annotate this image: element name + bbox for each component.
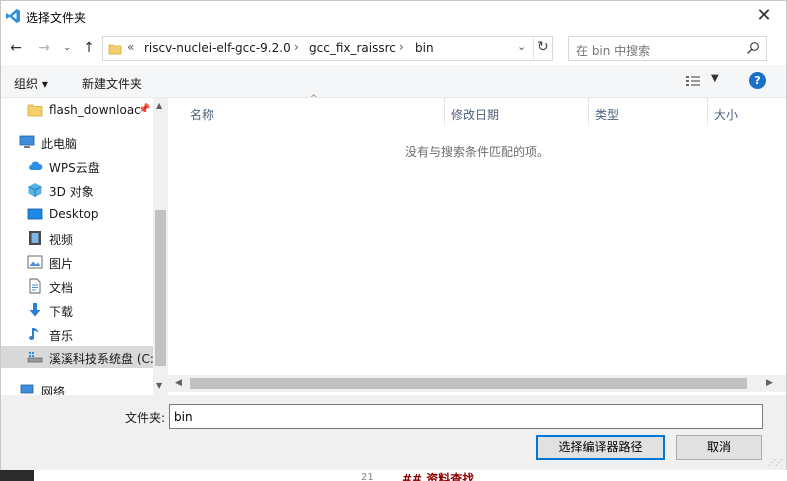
address-bar[interactable]: « riscv-nuclei-elf-gcc-9.2.0 › gcc_fix_r… xyxy=(102,36,553,61)
breadcrumb-item[interactable]: bin xyxy=(415,41,434,55)
tree-item-label: Desktop xyxy=(49,207,99,221)
video-icon xyxy=(29,231,41,245)
markdown-heading: ## 资料查找 xyxy=(402,472,475,481)
computer-icon xyxy=(19,135,35,148)
up-arrow-icon[interactable]: ↑ xyxy=(81,39,97,57)
column-header-size[interactable]: 大小 xyxy=(714,106,738,123)
vscode-icon xyxy=(6,9,20,23)
organize-menu[interactable]: 组织 ▾ xyxy=(14,75,48,92)
tree-item-desktop[interactable]: Desktop xyxy=(1,203,153,225)
scroll-left-arrow-icon[interactable]: ◀ xyxy=(175,378,182,388)
sort-ascending-icon: ^ xyxy=(310,94,318,104)
picture-icon xyxy=(27,255,43,269)
view-options-icon[interactable] xyxy=(685,74,701,88)
folder-icon xyxy=(108,44,122,55)
tree-item-label: 网络 xyxy=(41,385,66,395)
tree-item-wps-cloud[interactable]: WPS云盘 xyxy=(1,155,153,177)
empty-folder-message: 没有与搜索条件匹配的项。 xyxy=(404,145,549,159)
download-icon xyxy=(29,303,41,317)
tree-item-label: 此电脑 xyxy=(41,137,78,151)
document-icon xyxy=(29,278,41,294)
tree-item-videos[interactable]: 视频 xyxy=(1,227,153,249)
tree-item-label: 视频 xyxy=(49,233,74,247)
column-divider[interactable] xyxy=(707,98,708,125)
address-dropdown-icon[interactable]: ⌄ xyxy=(517,40,526,53)
tree-item-label: WPS云盘 xyxy=(49,161,100,175)
navigation-pane-scrollbar[interactable]: ▲ ▼ xyxy=(153,98,168,395)
refresh-icon[interactable]: ↻ xyxy=(537,39,549,55)
scrollbar-thumb[interactable] xyxy=(190,378,747,389)
tree-item-documents[interactable]: 文档 xyxy=(1,275,153,297)
breadcrumb-separator[interactable]: › xyxy=(294,40,299,54)
tree-item-downloads[interactable]: 下载 xyxy=(1,299,153,321)
select-compiler-path-button[interactable]: 选择编译器路径 xyxy=(536,435,665,460)
column-header-name[interactable]: 名称 xyxy=(190,106,214,123)
new-folder-button[interactable]: 新建文件夹 xyxy=(82,75,142,92)
file-list: ^ 名称 修改日期 类型 大小 没有与搜索条件匹配的项。 xyxy=(168,94,786,395)
tree-item-music[interactable]: 音乐 xyxy=(1,323,153,345)
tree-item-label: 文档 xyxy=(49,281,74,295)
tree-item-label: 下载 xyxy=(49,305,74,319)
tree-item-system-drive[interactable]: 溪溪科技系统盘 (C: xyxy=(1,346,154,368)
music-icon xyxy=(29,328,39,340)
dialog-footer: 文件夹: 选择编译器路径 取消 ⋰⋰ xyxy=(1,395,786,470)
tree-item-pictures[interactable]: 图片 xyxy=(1,251,153,273)
pin-icon[interactable]: 📌 xyxy=(138,104,150,115)
editor-sidebar xyxy=(0,470,34,481)
cube-icon xyxy=(28,183,42,197)
line-number: 21 xyxy=(361,472,374,481)
scrollbar-thumb[interactable] xyxy=(155,210,166,366)
column-header-date-modified[interactable]: 修改日期 xyxy=(451,106,499,123)
column-divider[interactable] xyxy=(588,98,589,125)
cloud-icon xyxy=(29,161,43,170)
breadcrumb-item[interactable]: riscv-nuclei-elf-gcc-9.2.0 xyxy=(144,41,291,55)
tree-item-network[interactable]: 网络 xyxy=(1,379,153,395)
file-list-horizontal-scrollbar[interactable]: ◀ ▶ xyxy=(168,375,786,392)
tree-item-3d-objects[interactable]: 3D 对象 xyxy=(1,179,153,201)
folder-picker-dialog: 选择文件夹 ✕ ← → ⌄ ↑ « riscv-nuclei-elf-gcc-9… xyxy=(0,0,787,470)
divider xyxy=(533,37,534,60)
scroll-down-arrow-icon[interactable]: ▼ xyxy=(156,381,162,390)
back-arrow-icon[interactable]: ← xyxy=(7,39,25,57)
scroll-up-arrow-icon[interactable]: ▲ xyxy=(156,101,162,110)
search-placeholder[interactable]: 在 bin 中搜索 xyxy=(576,42,650,59)
tree-item-flash-download[interactable]: flash_downloac 📌 xyxy=(1,99,153,121)
folder-name-label: 文件夹: xyxy=(125,411,166,425)
desktop-icon xyxy=(27,208,43,220)
tree-item-label: 音乐 xyxy=(49,329,74,343)
breadcrumb-item[interactable]: gcc_fix_raissrc xyxy=(309,41,396,55)
view-dropdown-icon[interactable]: ▼ xyxy=(711,73,719,84)
command-bar: 组织 ▾ 新建文件夹 ▼ ? xyxy=(1,65,786,98)
close-button[interactable]: ✕ xyxy=(750,5,778,29)
tree-item-this-pc[interactable]: 此电脑 xyxy=(1,131,153,153)
background-editor: 21 ## 资料查找 xyxy=(0,470,787,481)
window-title: 选择文件夹 xyxy=(26,11,87,25)
navigation-pane: flash_downloac 📌 此电脑 WPS云盘 3D 对象 Desktop… xyxy=(1,98,167,395)
network-icon xyxy=(20,384,34,394)
recent-locations-chevron-icon[interactable]: ⌄ xyxy=(61,39,73,57)
help-icon[interactable]: ? xyxy=(749,72,766,89)
breadcrumb-separator[interactable]: › xyxy=(399,40,404,54)
column-divider[interactable] xyxy=(444,98,445,125)
folder-icon xyxy=(27,104,43,117)
resize-grip-icon[interactable]: ⋰⋰ xyxy=(768,458,783,467)
tree-item-label: 溪溪科技系统盘 (C: xyxy=(49,352,154,366)
title-bar: 选择文件夹 ✕ xyxy=(1,1,786,33)
search-box[interactable]: 在 bin 中搜索 xyxy=(568,36,767,61)
cancel-button[interactable]: 取消 xyxy=(676,435,762,460)
scroll-right-arrow-icon[interactable]: ▶ xyxy=(766,378,773,388)
column-header-type[interactable]: 类型 xyxy=(595,106,619,123)
tree-item-label: flash_downloac xyxy=(49,103,141,117)
folder-name-input[interactable] xyxy=(169,404,763,429)
navigation-bar: ← → ⌄ ↑ « riscv-nuclei-elf-gcc-9.2.0 › g… xyxy=(1,33,786,63)
forward-arrow-icon[interactable]: → xyxy=(35,39,53,57)
tree-item-label: 图片 xyxy=(49,257,74,271)
drive-icon xyxy=(27,352,43,363)
search-icon[interactable] xyxy=(746,41,760,55)
tree-item-label: 3D 对象 xyxy=(49,185,94,199)
breadcrumb-overflow[interactable]: « xyxy=(127,40,134,54)
